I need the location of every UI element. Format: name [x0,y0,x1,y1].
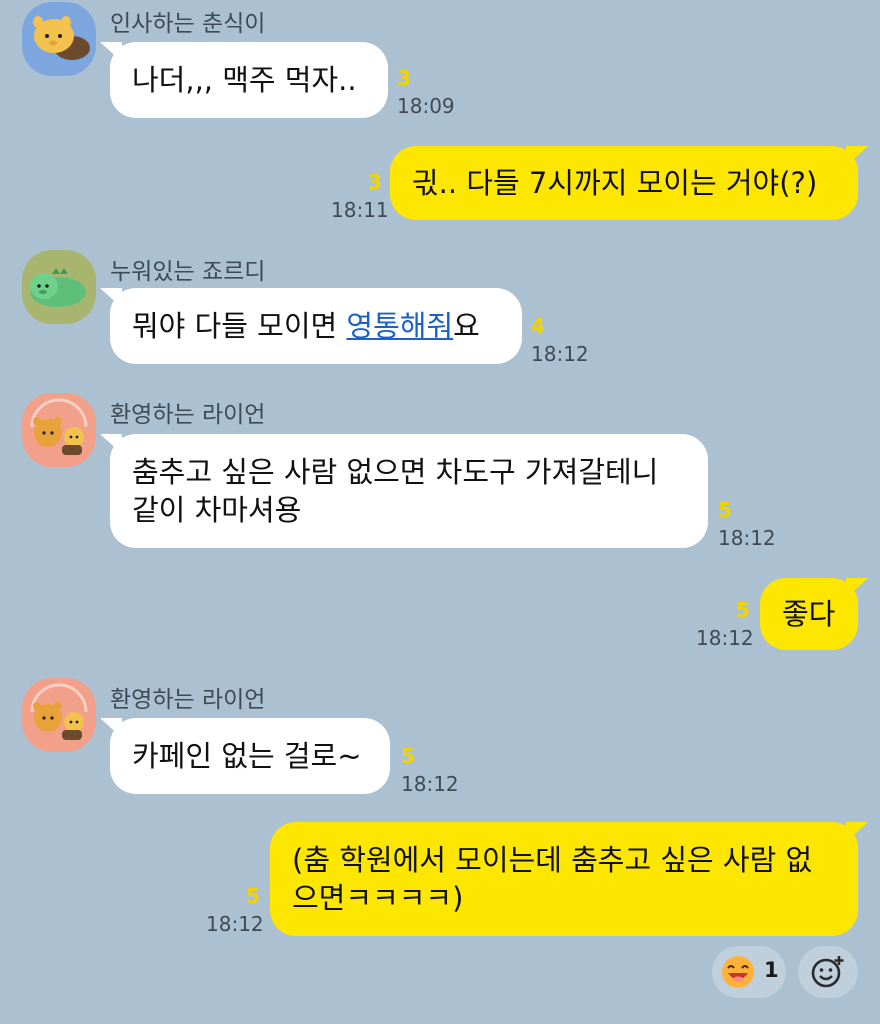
message-text: 좋다 [782,597,836,631]
timestamp: 18:12 [206,912,264,936]
bubble-tail [846,146,868,166]
message-bubble[interactable]: 춤추고 싶은 사람 없으면 차도구 가져갈테니 같이 차마셔용 [110,434,708,548]
message-text: 같이 차마셔용 [132,493,302,527]
avatar-chunsik[interactable] [22,2,96,76]
message-text-part: 뭐야 다들 모이면 [132,309,347,343]
unread-count: 4 [531,314,545,338]
message-text: 으면ㅋㅋㅋㅋ) [292,881,464,915]
message-link[interactable]: 영통해줘 [346,309,453,343]
timestamp: 18:12 [531,342,589,366]
unread-count: 5 [246,884,260,908]
unread-count: 3 [368,170,382,194]
unread-count: 5 [718,498,732,522]
bubble-tail [100,434,122,454]
unread-count: 5 [736,598,750,622]
message-text: 춤추고 싶은 사람 없으면 차도구 가져갈테니 [132,455,659,489]
bubble-tail [846,822,868,842]
message-bubble[interactable]: 나더,,, 맥주 먹자.. [110,42,388,118]
timestamp: 18:09 [397,94,455,118]
timestamp: 18:12 [401,772,459,796]
message-text: (춤 학원에서 모이는데 춤추고 싶은 사람 없 [292,843,813,877]
bubble-tail [100,718,122,738]
message-text: 긗.. 다들 7시까지 모이는 거야(?) [412,166,818,200]
message-text: 나더,,, 맥주 먹자.. [132,63,357,97]
sender-name: 누워있는 죠르디 [110,259,266,285]
unread-count: 3 [397,66,411,90]
chunsik-icon [33,16,90,60]
add-reaction-button[interactable] [798,946,858,998]
ryan-icon [30,683,88,740]
laughing-face-icon [722,956,754,988]
bubble-tail [100,42,122,62]
avatar-ryan[interactable] [22,393,96,467]
ryan-icon [30,398,88,455]
reaction-count: 1 [764,958,779,982]
timestamp: 18:12 [718,526,776,550]
message-bubble[interactable]: 카페인 없는 걸로~ [110,718,390,794]
bubble-tail [100,288,122,308]
sender-name: 환영하는 라이언 [110,687,266,713]
timestamp: 18:11 [331,198,389,222]
message-bubble[interactable]: (춤 학원에서 모이는데 춤추고 싶은 사람 없 으면ㅋㅋㅋㅋ) [270,822,858,936]
message-bubble[interactable]: 긗.. 다들 7시까지 모이는 거야(?) [390,146,858,220]
timestamp: 18:12 [696,626,754,650]
sender-name: 인사하는 춘식이 [110,11,266,37]
sender-name: 환영하는 라이언 [110,402,266,428]
add-emoji-icon [811,956,844,988]
avatar-ryan[interactable] [22,678,96,752]
unread-count: 5 [401,744,415,768]
jordy-icon [30,268,86,307]
message-text: 뭐야 다들 모이면 영통해줘요 [132,307,500,345]
message-bubble[interactable]: 뭐야 다들 모이면 영통해줘요 [110,288,522,364]
bubble-tail [846,578,868,598]
message-text-part: 요 [453,309,480,343]
message-text: 카페인 없는 걸로~ [132,739,362,773]
message-bubble[interactable]: 좋다 [760,578,858,650]
reaction-button[interactable]: 1 [712,946,786,998]
avatar-jordy[interactable] [22,250,96,324]
